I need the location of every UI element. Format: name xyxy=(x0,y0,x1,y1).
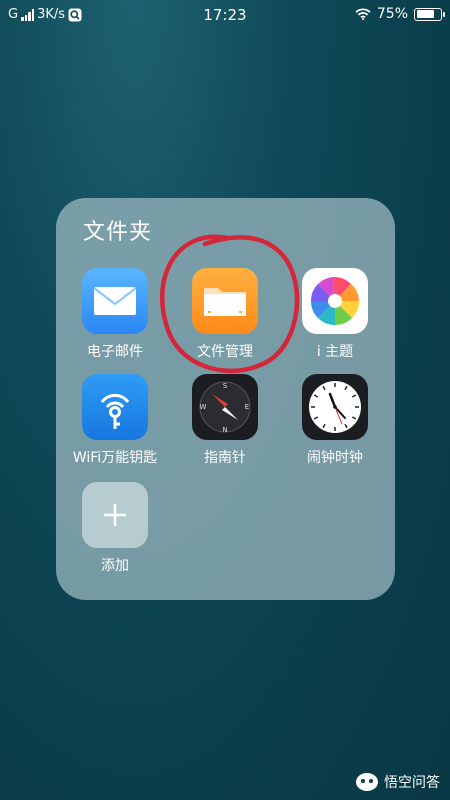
svg-text:W: W xyxy=(200,403,207,411)
app-itheme[interactable]: i 主题 xyxy=(280,268,390,361)
status-right: 75% xyxy=(355,6,445,22)
app-label-itheme: i 主题 xyxy=(316,344,354,360)
wukong-logo-icon xyxy=(356,773,378,791)
clock-icon xyxy=(302,374,368,440)
app-label-add: 添加 xyxy=(101,558,129,574)
app-label-file-manager: 文件管理 xyxy=(197,344,253,360)
pinwheel-icon xyxy=(302,268,368,334)
app-label-clock: 闹钟时钟 xyxy=(307,450,363,466)
watermark-text: 悟空问答 xyxy=(384,775,440,791)
app-label-compass: 指南针 xyxy=(204,450,246,466)
app-file-manager[interactable]: 文件管理 xyxy=(170,268,280,361)
svg-text:S: S xyxy=(223,382,228,390)
svg-text:E: E xyxy=(245,403,249,411)
app-label-wifi-key: WiFi万能钥匙 xyxy=(72,450,158,466)
app-label-email: 电子邮件 xyxy=(87,344,143,360)
app-clock[interactable]: 闹钟时钟 xyxy=(280,374,390,467)
status-bar: G 3K/s 17:23 75% xyxy=(0,0,450,32)
wifi-key-icon xyxy=(82,374,148,440)
app-wifi-key[interactable]: WiFi万能钥匙 xyxy=(60,374,170,467)
app-add[interactable]: 添加 xyxy=(60,482,170,575)
battery-percent: 75% xyxy=(376,6,408,22)
wifi-status-icon xyxy=(355,8,371,20)
folder-title[interactable]: 文件夹 xyxy=(83,214,152,246)
app-compass[interactable]: S N W E 指南针 xyxy=(170,374,280,467)
app-folder: 文件夹 电子邮件 文件管理 i 主题 WiFi万能钥匙 S N W E 指南针 … xyxy=(56,198,395,600)
app-email[interactable]: 电子邮件 xyxy=(60,268,170,361)
battery-icon xyxy=(414,7,445,21)
compass-icon: S N W E xyxy=(192,374,258,440)
plus-icon xyxy=(82,482,148,548)
svg-text:N: N xyxy=(222,426,227,434)
folder-icon xyxy=(192,268,258,334)
watermark: 悟空问答 xyxy=(355,772,440,792)
mail-icon xyxy=(82,268,148,334)
